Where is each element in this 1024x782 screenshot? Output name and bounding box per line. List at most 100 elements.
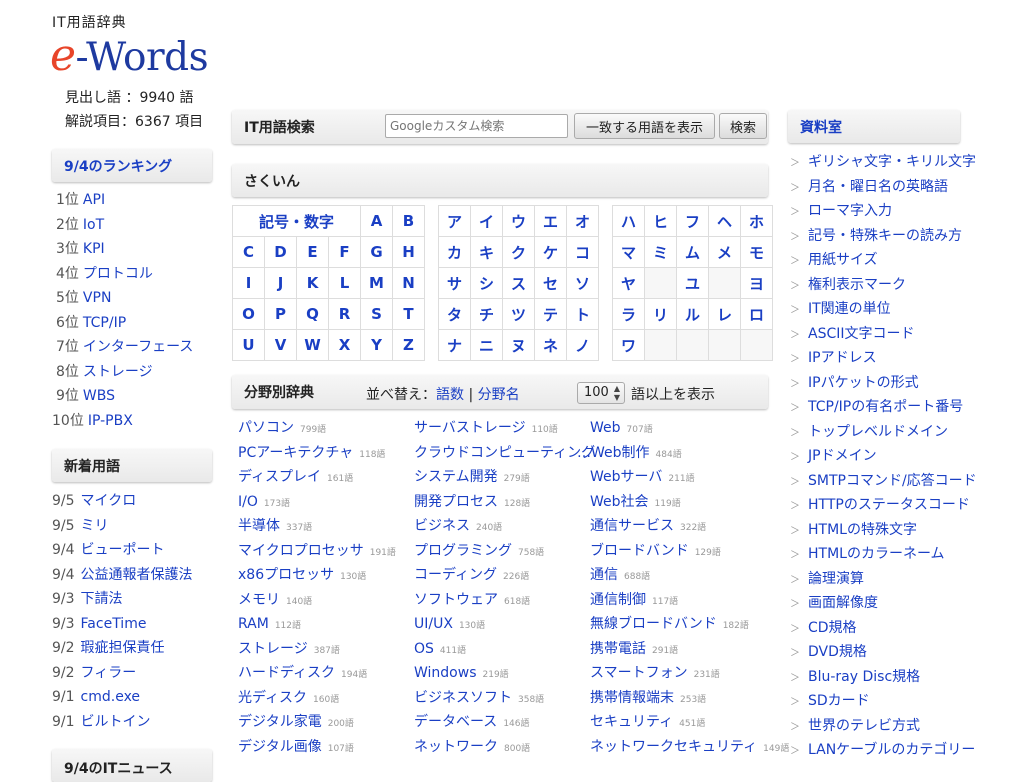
reference-link[interactable]: HTMLの特殊文字: [808, 522, 917, 538]
index-cell[interactable]: F: [328, 236, 361, 268]
category-link[interactable]: PCアーキテクチャ: [238, 445, 353, 461]
category-item[interactable]: ネットワークセキュリティ 149語: [577, 735, 789, 760]
category-link[interactable]: ディスプレイ: [238, 469, 321, 485]
index-cell[interactable]: ス: [502, 267, 535, 299]
category-item[interactable]: Webサーバ 211語: [577, 465, 789, 490]
ranking-item[interactable]: 9位 WBS: [56, 384, 193, 409]
category-item[interactable]: マイクロプロセッサ 191語: [238, 539, 396, 564]
category-link[interactable]: ネットワーク: [414, 739, 498, 755]
ranking-link[interactable]: TCP/IP: [83, 315, 126, 331]
search-button[interactable]: 検索: [719, 113, 767, 139]
category-link[interactable]: マイクロプロセッサ: [238, 543, 364, 559]
search-input[interactable]: [385, 114, 568, 138]
index-cell[interactable]: M: [360, 267, 393, 299]
index-cell[interactable]: ク: [502, 236, 535, 268]
category-link[interactable]: …Web制作: [577, 445, 650, 461]
index-cell[interactable]: ユ: [676, 267, 709, 299]
reference-item[interactable]: ＞ IPアドレス: [788, 346, 977, 371]
category-item[interactable]: システム開発 279語: [414, 465, 595, 490]
category-item[interactable]: 無線ブロードバンド 182語: [577, 612, 789, 637]
category-link[interactable]: x86プロセッサ: [238, 567, 334, 583]
index-cell[interactable]: J: [264, 267, 297, 299]
index-cell[interactable]: N: [392, 267, 425, 299]
newterm-item[interactable]: 9/1 ビルトイン: [52, 710, 193, 735]
category-item[interactable]: ソフトウェア 618語: [414, 588, 595, 613]
category-item[interactable]: x86プロセッサ 130語: [238, 563, 396, 588]
ranking-item[interactable]: 5位 VPN: [56, 286, 193, 311]
reference-link[interactable]: IPアドレス: [808, 350, 877, 366]
category-item[interactable]: Windows 219語: [414, 661, 595, 686]
ranking-link[interactable]: KPI: [83, 241, 105, 257]
category-link[interactable]: ビジネスソフト: [414, 690, 512, 706]
index-cell[interactable]: K: [296, 267, 329, 299]
reference-item[interactable]: ＞ 記号・特殊キーの読み方: [788, 224, 977, 249]
index-cell[interactable]: イ: [470, 205, 503, 237]
index-cell[interactable]: シ: [470, 267, 503, 299]
index-cell[interactable]: H: [392, 236, 425, 268]
newterm-link[interactable]: フィラー: [81, 665, 137, 681]
reference-item[interactable]: ＞ HTTPのステータスコード: [788, 493, 977, 518]
reference-link[interactable]: 権利表示マーク: [808, 277, 906, 293]
category-item[interactable]: ハードディスク 194語: [238, 661, 396, 686]
index-cell[interactable]: ツ: [502, 298, 535, 330]
category-link[interactable]: ストレージ: [238, 641, 308, 657]
category-item[interactable]: ネットワーク 800語: [414, 735, 595, 760]
index-cell[interactable]: ヒ: [644, 205, 677, 237]
index-cell[interactable]: コ: [566, 236, 599, 268]
category-item[interactable]: プログラミング 758語: [414, 539, 595, 564]
ranking-link[interactable]: インターフェース: [83, 339, 193, 355]
newterm-item[interactable]: 9/1 cmd.exe: [52, 685, 193, 710]
reference-item[interactable]: ＞ Blu-ray Disc規格: [788, 665, 977, 690]
newterm-link[interactable]: 瑕疵担保責任: [81, 640, 165, 656]
reference-link[interactable]: 記号・特殊キーの読み方: [808, 228, 962, 244]
category-item[interactable]: クラウドコンピューティング: [414, 441, 595, 466]
category-link[interactable]: 携帯電話: [590, 641, 646, 657]
index-cell[interactable]: ヘ: [708, 205, 741, 237]
reference-link[interactable]: ASCII文字コード: [808, 326, 915, 342]
reference-item[interactable]: ＞ IT関連の単位: [788, 297, 977, 322]
index-cell[interactable]: ネ: [534, 329, 567, 361]
category-item[interactable]: 開発プロセス 128語: [414, 490, 595, 515]
category-link[interactable]: Web社会: [590, 494, 649, 510]
index-cell[interactable]: ケ: [534, 236, 567, 268]
reference-item[interactable]: ＞ CD規格: [788, 616, 977, 641]
ranking-item[interactable]: 3位 KPI: [56, 237, 193, 262]
category-item[interactable]: 半導体 337語: [238, 514, 396, 539]
index-cell[interactable]: カ: [438, 236, 471, 268]
index-cell[interactable]: I: [232, 267, 265, 299]
category-item[interactable]: 通信制御 117語: [577, 588, 789, 613]
index-cell[interactable]: リ: [644, 298, 677, 330]
index-cell[interactable]: モ: [740, 236, 773, 268]
category-link[interactable]: 携帯情報端末: [590, 690, 674, 706]
category-item[interactable]: Web 707語: [577, 416, 789, 441]
reference-item[interactable]: ＞ JPドメイン: [788, 444, 977, 469]
category-item[interactable]: セキュリティ 451語: [577, 710, 789, 735]
ranking-link[interactable]: IP-PBX: [88, 413, 133, 429]
category-link[interactable]: ビジネス: [414, 518, 470, 534]
reference-link[interactable]: CD規格: [808, 620, 857, 636]
category-link[interactable]: プログラミング: [414, 543, 512, 559]
category-link[interactable]: 通信: [590, 567, 618, 583]
sort-by-count-link[interactable]: 語数: [436, 387, 464, 403]
index-cell[interactable]: マ: [612, 236, 645, 268]
category-item[interactable]: 通信サービス 322語: [577, 514, 789, 539]
sort-by-name-link[interactable]: 分野名: [478, 387, 520, 403]
category-item[interactable]: スマートフォン 231語: [577, 661, 789, 686]
category-link[interactable]: 光ディスク: [238, 690, 307, 706]
category-link[interactable]: ソフトウェア: [414, 592, 498, 608]
index-cell[interactable]: ヤ: [612, 267, 645, 299]
reference-item[interactable]: ＞ ギリシャ文字・キリル文字: [788, 150, 977, 175]
category-link[interactable]: ネットワークセキュリティ: [590, 739, 757, 755]
category-item[interactable]: ビジネス 240語: [414, 514, 595, 539]
category-item[interactable]: データベース 146語: [414, 710, 595, 735]
category-link[interactable]: Windows: [414, 665, 477, 681]
category-item[interactable]: 通信 688語: [577, 563, 789, 588]
category-item[interactable]: 光ディスク 160語: [238, 686, 396, 711]
index-cell[interactable]: A: [360, 205, 393, 237]
category-link[interactable]: デジタル画像: [238, 739, 322, 755]
reference-link[interactable]: ギリシャ文字・キリル文字: [808, 154, 976, 170]
index-cell[interactable]: ニ: [470, 329, 503, 361]
index-cell[interactable]: B: [392, 205, 425, 237]
index-cell[interactable]: ヨ: [740, 267, 773, 299]
reference-link[interactable]: LANケーブルのカテゴリー: [808, 742, 975, 758]
